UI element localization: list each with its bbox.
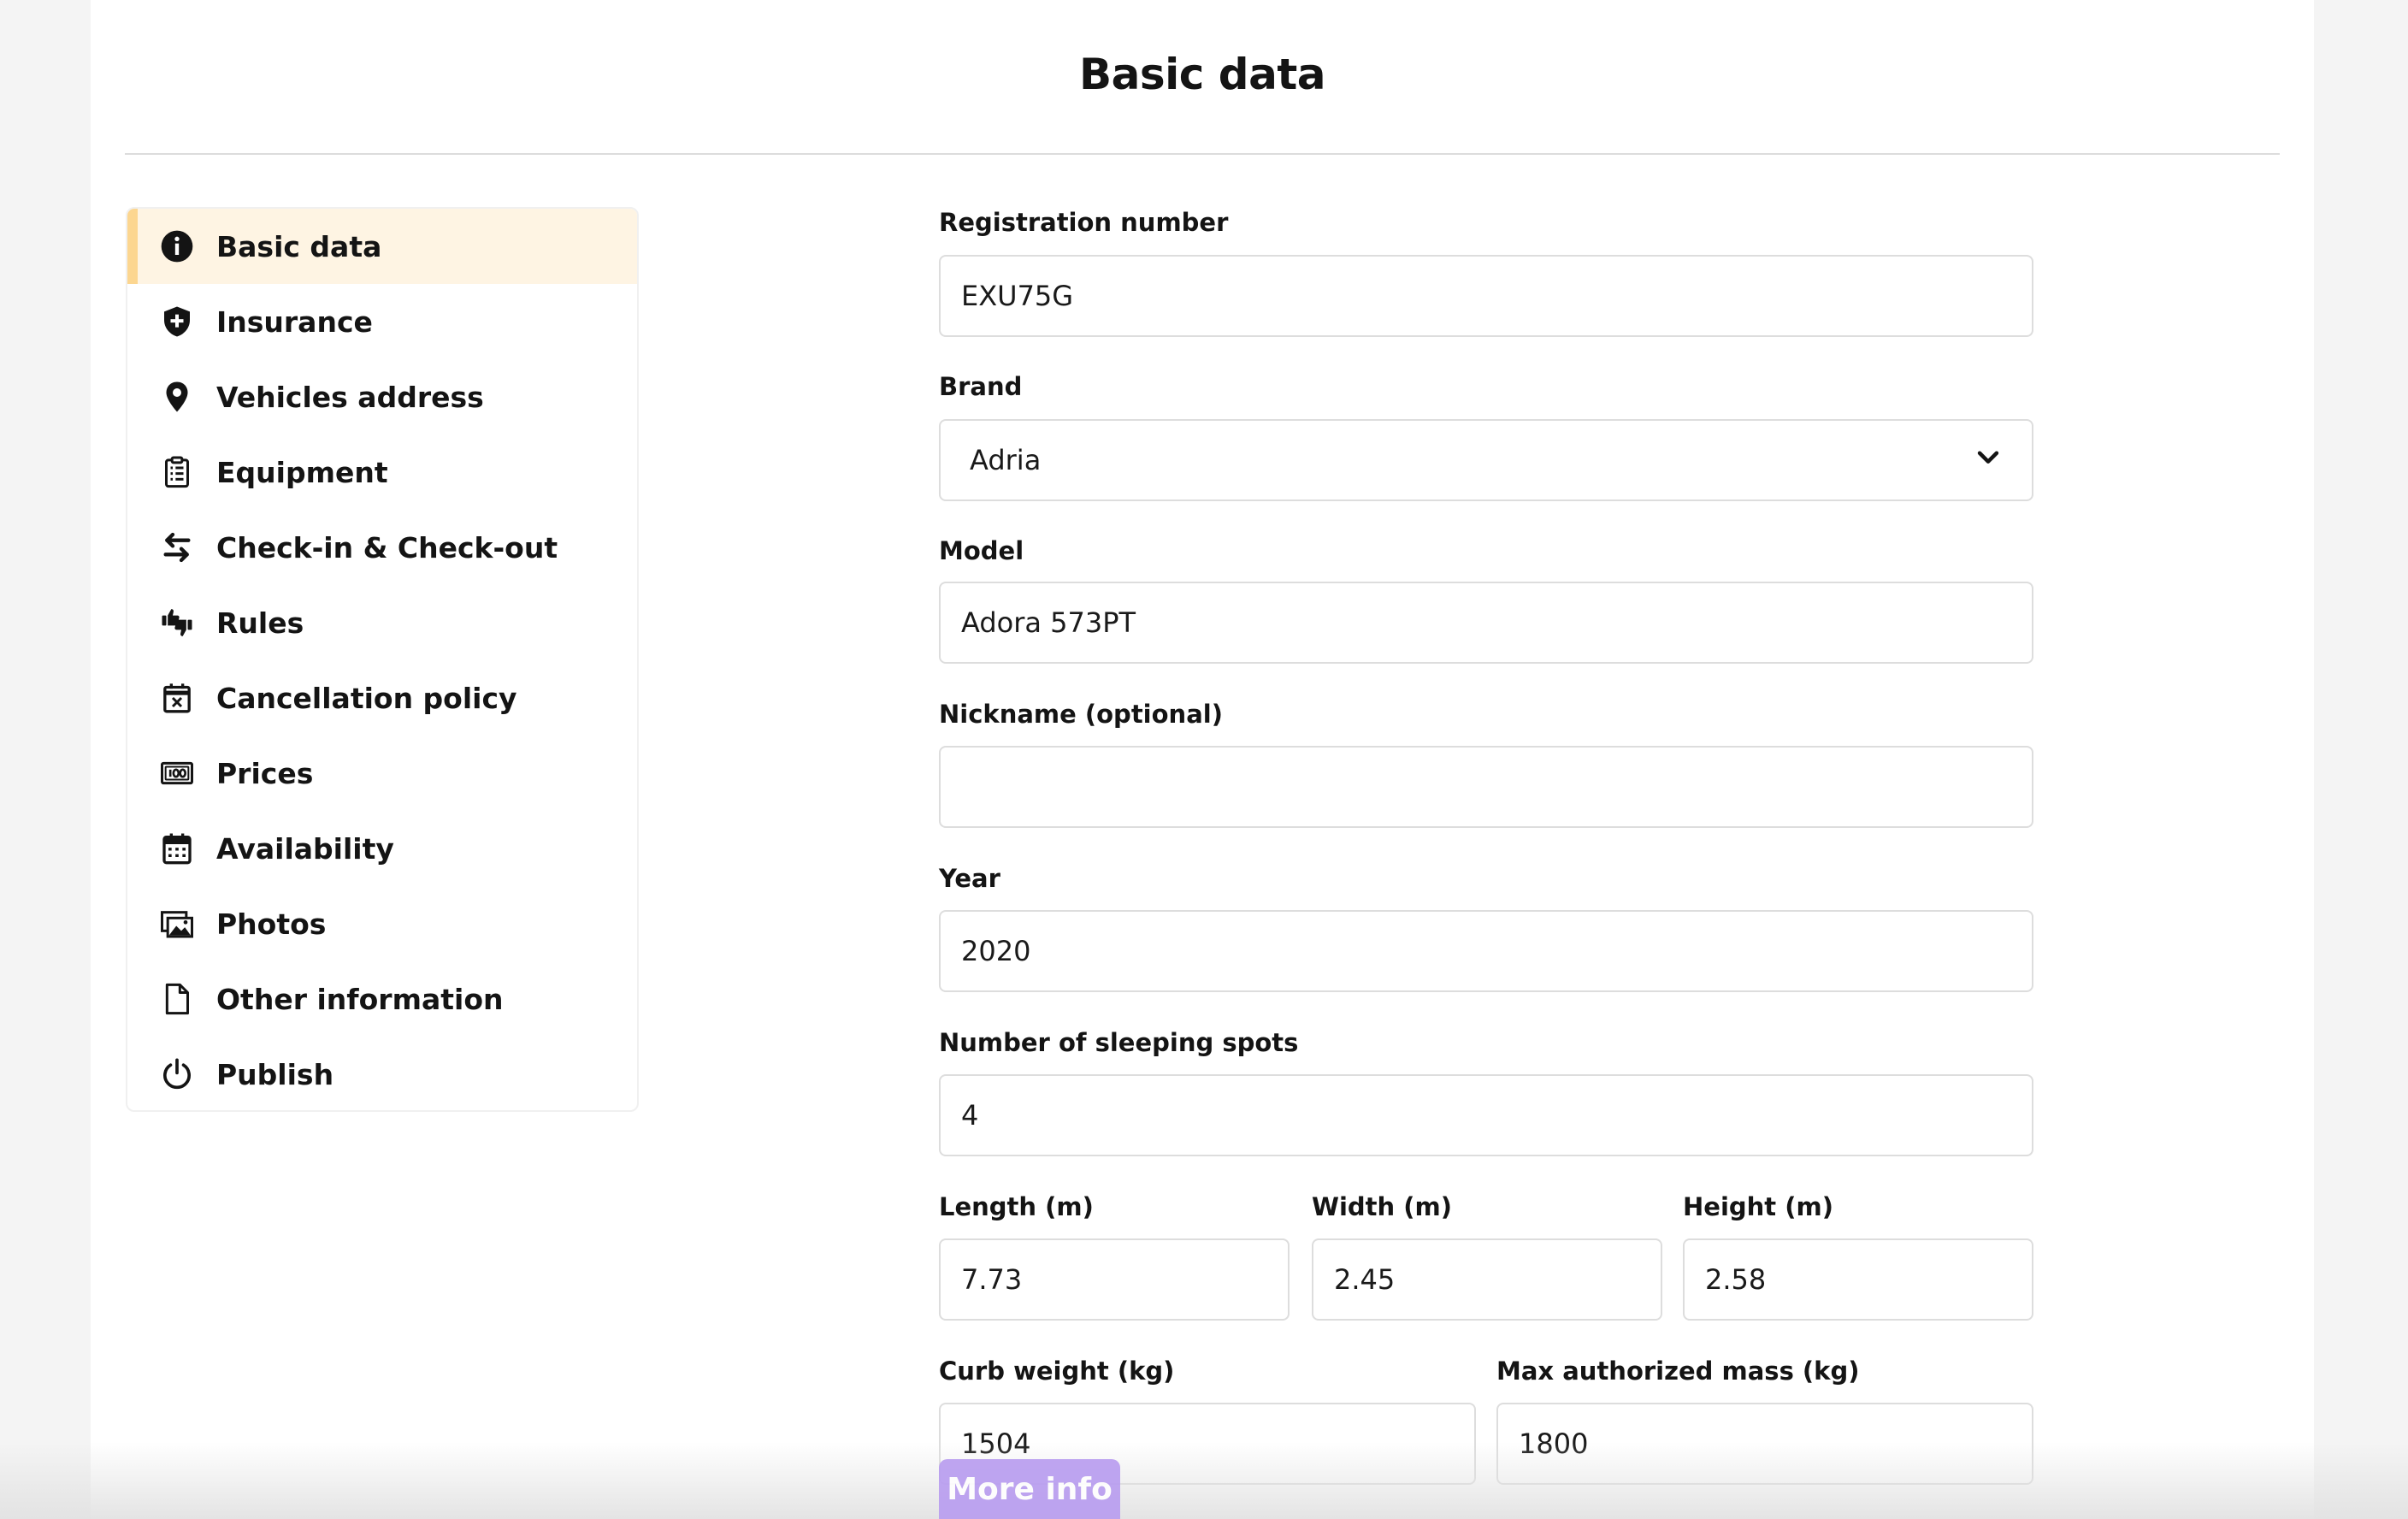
sidebar-item-label: Photos — [216, 907, 327, 941]
banknote-icon — [158, 754, 196, 792]
height-label: Height (m) — [1683, 1192, 1833, 1221]
images-icon — [158, 905, 196, 943]
nickname-input[interactable] — [939, 746, 2033, 828]
header-divider — [125, 153, 2280, 155]
brand-select[interactable]: Adria — [939, 419, 2033, 501]
length-input[interactable] — [939, 1238, 1290, 1321]
sidebar-item-equipment[interactable]: Equipment — [127, 434, 637, 510]
sidebar-item-check-in-check-out[interactable]: Check-in & Check-out — [127, 510, 637, 585]
sidebar-item-label: Insurance — [216, 304, 373, 339]
sidebar-item-publish[interactable]: Publish — [127, 1037, 637, 1112]
curb-weight-label: Curb weight (kg) — [939, 1356, 1175, 1386]
sidebar-item-photos[interactable]: Photos — [127, 886, 637, 961]
brand-selected-value: Adria — [970, 444, 1042, 476]
sidebar-item-availability[interactable]: Availability — [127, 811, 637, 886]
model-label: Model — [939, 536, 1024, 565]
page-title: Basic data — [1079, 50, 1325, 99]
sidebar-item-insurance[interactable]: Insurance — [127, 284, 637, 359]
sidebar-item-label: Availability — [216, 831, 394, 866]
map-pin-icon — [158, 378, 196, 416]
sleeping-spots-input[interactable] — [939, 1074, 2033, 1156]
registration-input[interactable] — [939, 255, 2033, 337]
width-input[interactable] — [1312, 1238, 1662, 1321]
sidebar-item-label: Other information — [216, 982, 504, 1016]
sidebar-item-label: Vehicles address — [216, 380, 484, 414]
length-label: Length (m) — [939, 1192, 1094, 1221]
width-label: Width (m) — [1312, 1192, 1453, 1221]
thumbs-up-down-icon — [158, 604, 196, 641]
swap-arrows-icon — [158, 529, 196, 566]
brand-label: Brand — [939, 372, 1023, 401]
calendar-x-icon — [158, 679, 196, 717]
sidebar-item-cancellation-policy[interactable]: Cancellation policy — [127, 660, 637, 736]
year-input[interactable] — [939, 910, 2033, 992]
sidebar-item-other-information[interactable]: Other information — [127, 961, 637, 1037]
info-icon — [158, 228, 196, 265]
max-mass-label: Max authorized mass (kg) — [1496, 1356, 1860, 1386]
model-input[interactable] — [939, 582, 2033, 664]
sidebar-item-label: Basic data — [216, 229, 382, 263]
height-input[interactable] — [1683, 1238, 2033, 1321]
year-label: Year — [939, 864, 1000, 893]
page: Basic data Basic data Insurance Vehicles… — [91, 0, 2314, 1519]
sidebar-item-label: Prices — [216, 756, 314, 790]
clipboard-list-icon — [158, 453, 196, 491]
sidebar-item-label: Publish — [216, 1057, 334, 1091]
sidebar-item-label: Cancellation policy — [216, 681, 517, 715]
power-icon — [158, 1055, 196, 1093]
sidebar-item-vehicles-address[interactable]: Vehicles address — [127, 359, 637, 434]
shield-plus-icon — [158, 303, 196, 340]
sidebar-item-basic-data[interactable]: Basic data — [127, 209, 637, 284]
sleeping-spots-label: Number of sleeping spots — [939, 1028, 1299, 1057]
max-mass-input[interactable] — [1496, 1403, 2033, 1485]
calendar-grid-icon — [158, 830, 196, 867]
sidebar-item-label: Equipment — [216, 455, 388, 489]
chevron-down-icon — [1974, 442, 2003, 478]
document-icon — [158, 980, 196, 1018]
sidebar-item-rules[interactable]: Rules — [127, 585, 637, 660]
registration-label: Registration number — [939, 208, 1229, 237]
nickname-label: Nickname (optional) — [939, 700, 1223, 729]
sidebar-item-prices[interactable]: Prices — [127, 736, 637, 811]
sidebar: Basic data Insurance Vehicles address Eq… — [126, 207, 639, 1112]
sidebar-item-label: Rules — [216, 606, 304, 640]
sidebar-item-label: Check-in & Check-out — [216, 530, 558, 564]
more-info-button[interactable]: More info — [939, 1459, 1120, 1519]
